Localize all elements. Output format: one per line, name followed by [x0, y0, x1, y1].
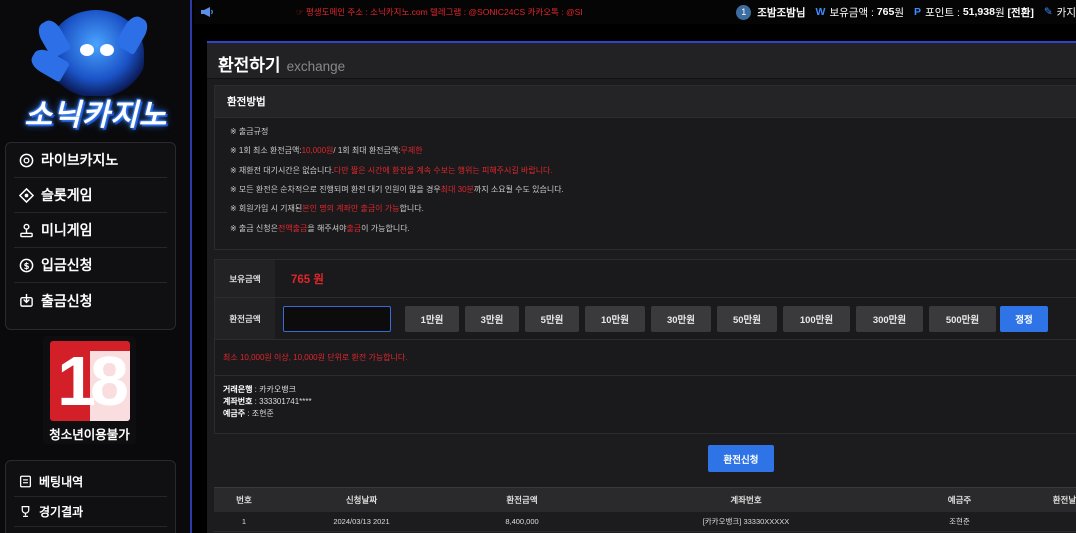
bank-info: 거래은행 : 카카오뱅크 계좌번호 : 333301741**** 예금주 : …	[223, 385, 312, 418]
age-restriction-badge: 18 청소년이용불가	[43, 336, 136, 444]
exchange-form: 보유금액 765 원 환전금액 1만원 3만원 5만원 10만원 30만원 50…	[214, 259, 1076, 434]
site-logo[interactable]: 소닉카지노	[8, 6, 184, 134]
rule-line: ※ 회원가입 시 기재된 본인 명의 계좌만 출금이 가능 합니다.	[230, 204, 424, 214]
age-restriction-label: 청소년이용불가	[49, 428, 130, 442]
amount-row: 환전금액 1만원 3만원 5만원 10만원 30만원 50만원 100만원 30…	[215, 298, 1076, 340]
sidebar-item-withdraw[interactable]: 출금신청	[14, 283, 167, 318]
bank-name: 카카오뱅크	[259, 385, 296, 394]
amount-button-100k[interactable]: 10만원	[585, 305, 645, 332]
rule-line: ※ 1회 최소 환전금액: 10,000원 / 1회 최대 환전금액: 무제한	[230, 146, 423, 156]
amount-input[interactable]	[283, 305, 391, 332]
rule-line: ※ 출금규정	[230, 127, 269, 137]
notice-ticker: ☞ 평생도메인 주소 : 소닉카지노.com 텔레그램 : @SONIC24CS…	[296, 7, 583, 17]
rules-heading: 환전방법	[215, 86, 1076, 118]
balance-row: 보유금액 765 원	[215, 260, 1076, 298]
account-number: 333301741****	[259, 397, 312, 406]
amount-button-50k[interactable]: 5만원	[525, 305, 579, 332]
sidebar-item-slot-game[interactable]: 슬롯게임	[14, 178, 167, 213]
rule-line: ※ 재환전 대기시간은 없습니다. 다만 짧은 시간에 환전을 계속 수보는 행…	[230, 165, 553, 175]
sidebar-item-label: 출금신청	[41, 292, 93, 309]
sidebar-item-match-results[interactable]: 경기결과	[14, 497, 167, 527]
amount-button-30k[interactable]: 3만원	[465, 305, 519, 332]
chat-icon: ✎	[1043, 6, 1053, 18]
sidebar-item-mini-game[interactable]: 미니게임	[14, 213, 167, 248]
amount-button-500k[interactable]: 50만원	[717, 305, 777, 332]
brand-logo-text: 소닉카지노	[24, 99, 168, 132]
reset-button[interactable]: 정정	[1000, 305, 1048, 332]
amount-button-10k[interactable]: 1만원	[405, 305, 459, 332]
table-header: 번호 신청날짜 환전금액 계좌번호 예금주 환전날짜	[214, 487, 1076, 512]
roulette-icon	[18, 152, 34, 168]
wallet-icon: W	[815, 6, 826, 18]
withdraw-icon	[18, 293, 34, 309]
coin-icon: $	[18, 257, 34, 273]
balance-value: 765	[876, 6, 895, 18]
user-info: 1 조밤조밤님 W 보유금액 : 765 원 P 포인트 : 51,938 원 …	[736, 0, 1076, 24]
level-badge: 1	[736, 4, 752, 20]
sidebar-item-label: 라이브카지노	[41, 152, 119, 168]
amount-button-5m[interactable]: 500만원	[929, 305, 996, 332]
sidebar-item-label: 입금신청	[41, 257, 93, 273]
point-label: 포인트 :	[925, 6, 960, 19]
secondary-menu: 베팅내역 경기결과	[5, 460, 176, 533]
main-menu: 라이브카지노 슬롯게임 미니게임 $ 입금신청 출금신청	[5, 142, 176, 330]
exchange-panel: 환전하기 exchange 환전방법 ※ 출금규정 ※ 1회 최소 환전금액: …	[207, 41, 1076, 533]
age-18-icon: 18	[50, 341, 130, 421]
point-unit: 원	[994, 6, 1005, 19]
kakao-link[interactable]: 카지	[1057, 5, 1076, 20]
sidebar: 소닉카지노 라이브카지노 슬롯게임 미니게임 $ 입금신청 출금신청 18 청소…	[0, 0, 192, 533]
page-subtitle: exchange	[286, 59, 346, 74]
point-convert-link[interactable]: [전환]	[1008, 5, 1034, 20]
sonic-mascot-image	[27, 10, 152, 96]
sidebar-item-label: 경기결과	[39, 505, 84, 519]
amount-button-3m[interactable]: 300만원	[856, 305, 923, 332]
amount-button-1m[interactable]: 100만원	[783, 305, 850, 332]
trophy-icon	[18, 505, 32, 519]
rule-line: ※ 출금 신청은 전액출금 을 해주셔야 출금 이 가능합니다.	[230, 223, 410, 233]
sidebar-item-bet-history[interactable]: 베팅내역	[14, 467, 167, 497]
megaphone-icon	[200, 6, 214, 18]
sidebar-item-label: 슬롯게임	[41, 187, 93, 203]
sidebar-item-live-casino[interactable]: 라이브카지노	[14, 143, 167, 178]
exchange-submit-button[interactable]: 환전신청	[708, 445, 774, 472]
balance-label: 보유금액 :	[829, 6, 874, 19]
amount-row-label: 환전금액	[215, 298, 275, 339]
sidebar-item-deposit[interactable]: $ 입금신청	[14, 248, 167, 283]
exchange-history-table: 번호 신청날짜 환전금액 계좌번호 예금주 환전날짜 1 2024/03/13 …	[214, 487, 1076, 532]
exchange-rules: 환전방법 ※ 출금규정 ※ 1회 최소 환전금액: 10,000원 / 1회 최…	[214, 85, 1076, 250]
receipt-icon	[18, 475, 32, 489]
balance-amount: 765 원	[291, 273, 324, 286]
sidebar-item-label: 미니게임	[41, 222, 93, 238]
point-icon: P	[914, 6, 922, 18]
account-holder: 조현준	[251, 409, 274, 418]
table-row: 1 2024/03/13 2021 8,400,000 [카카오뱅크] 3333…	[214, 512, 1076, 532]
top-bar: ☞ 평생도메인 주소 : 소닉카지노.com 텔레그램 : @SONIC24CS…	[194, 0, 1076, 24]
amount-button-300k[interactable]: 30만원	[651, 305, 711, 332]
sidebar-item-label: 베팅내역	[39, 475, 84, 489]
minimum-amount-note: 최소 10,000원 이상, 10,000원 단위로 환전 가능합니다.	[215, 340, 1076, 376]
username: 조밤조밤님	[757, 6, 806, 19]
slot-icon	[18, 187, 34, 203]
balance-unit: 원	[894, 6, 905, 19]
svg-text:$: $	[23, 260, 29, 270]
joystick-icon	[18, 222, 34, 238]
point-value: 51,938	[962, 6, 995, 18]
rule-line: ※ 모든 환전은 순차적으로 진행되며 환전 대기 인원이 많을 경우 최대 3…	[230, 185, 564, 195]
page-header: 환전하기 exchange	[207, 43, 1076, 79]
balance-row-label: 보유금액	[215, 260, 275, 297]
page-title: 환전하기	[218, 56, 281, 75]
